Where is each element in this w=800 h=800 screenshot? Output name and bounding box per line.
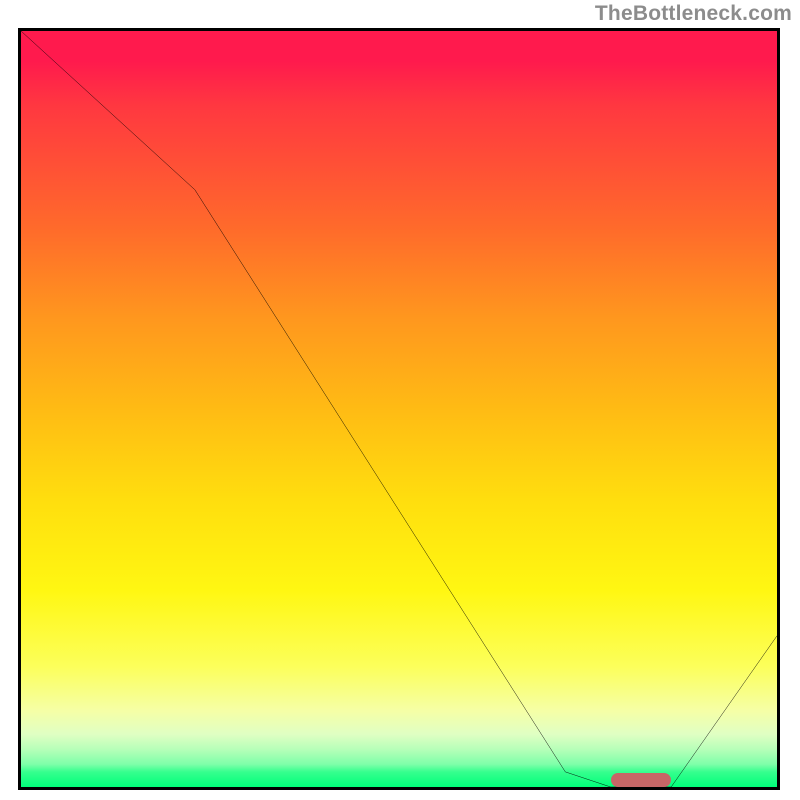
chart-frame bbox=[18, 28, 780, 790]
chart-curve bbox=[21, 31, 777, 787]
attribution-text: TheBottleneck.com bbox=[595, 2, 792, 26]
optimal-range-marker bbox=[611, 773, 671, 787]
